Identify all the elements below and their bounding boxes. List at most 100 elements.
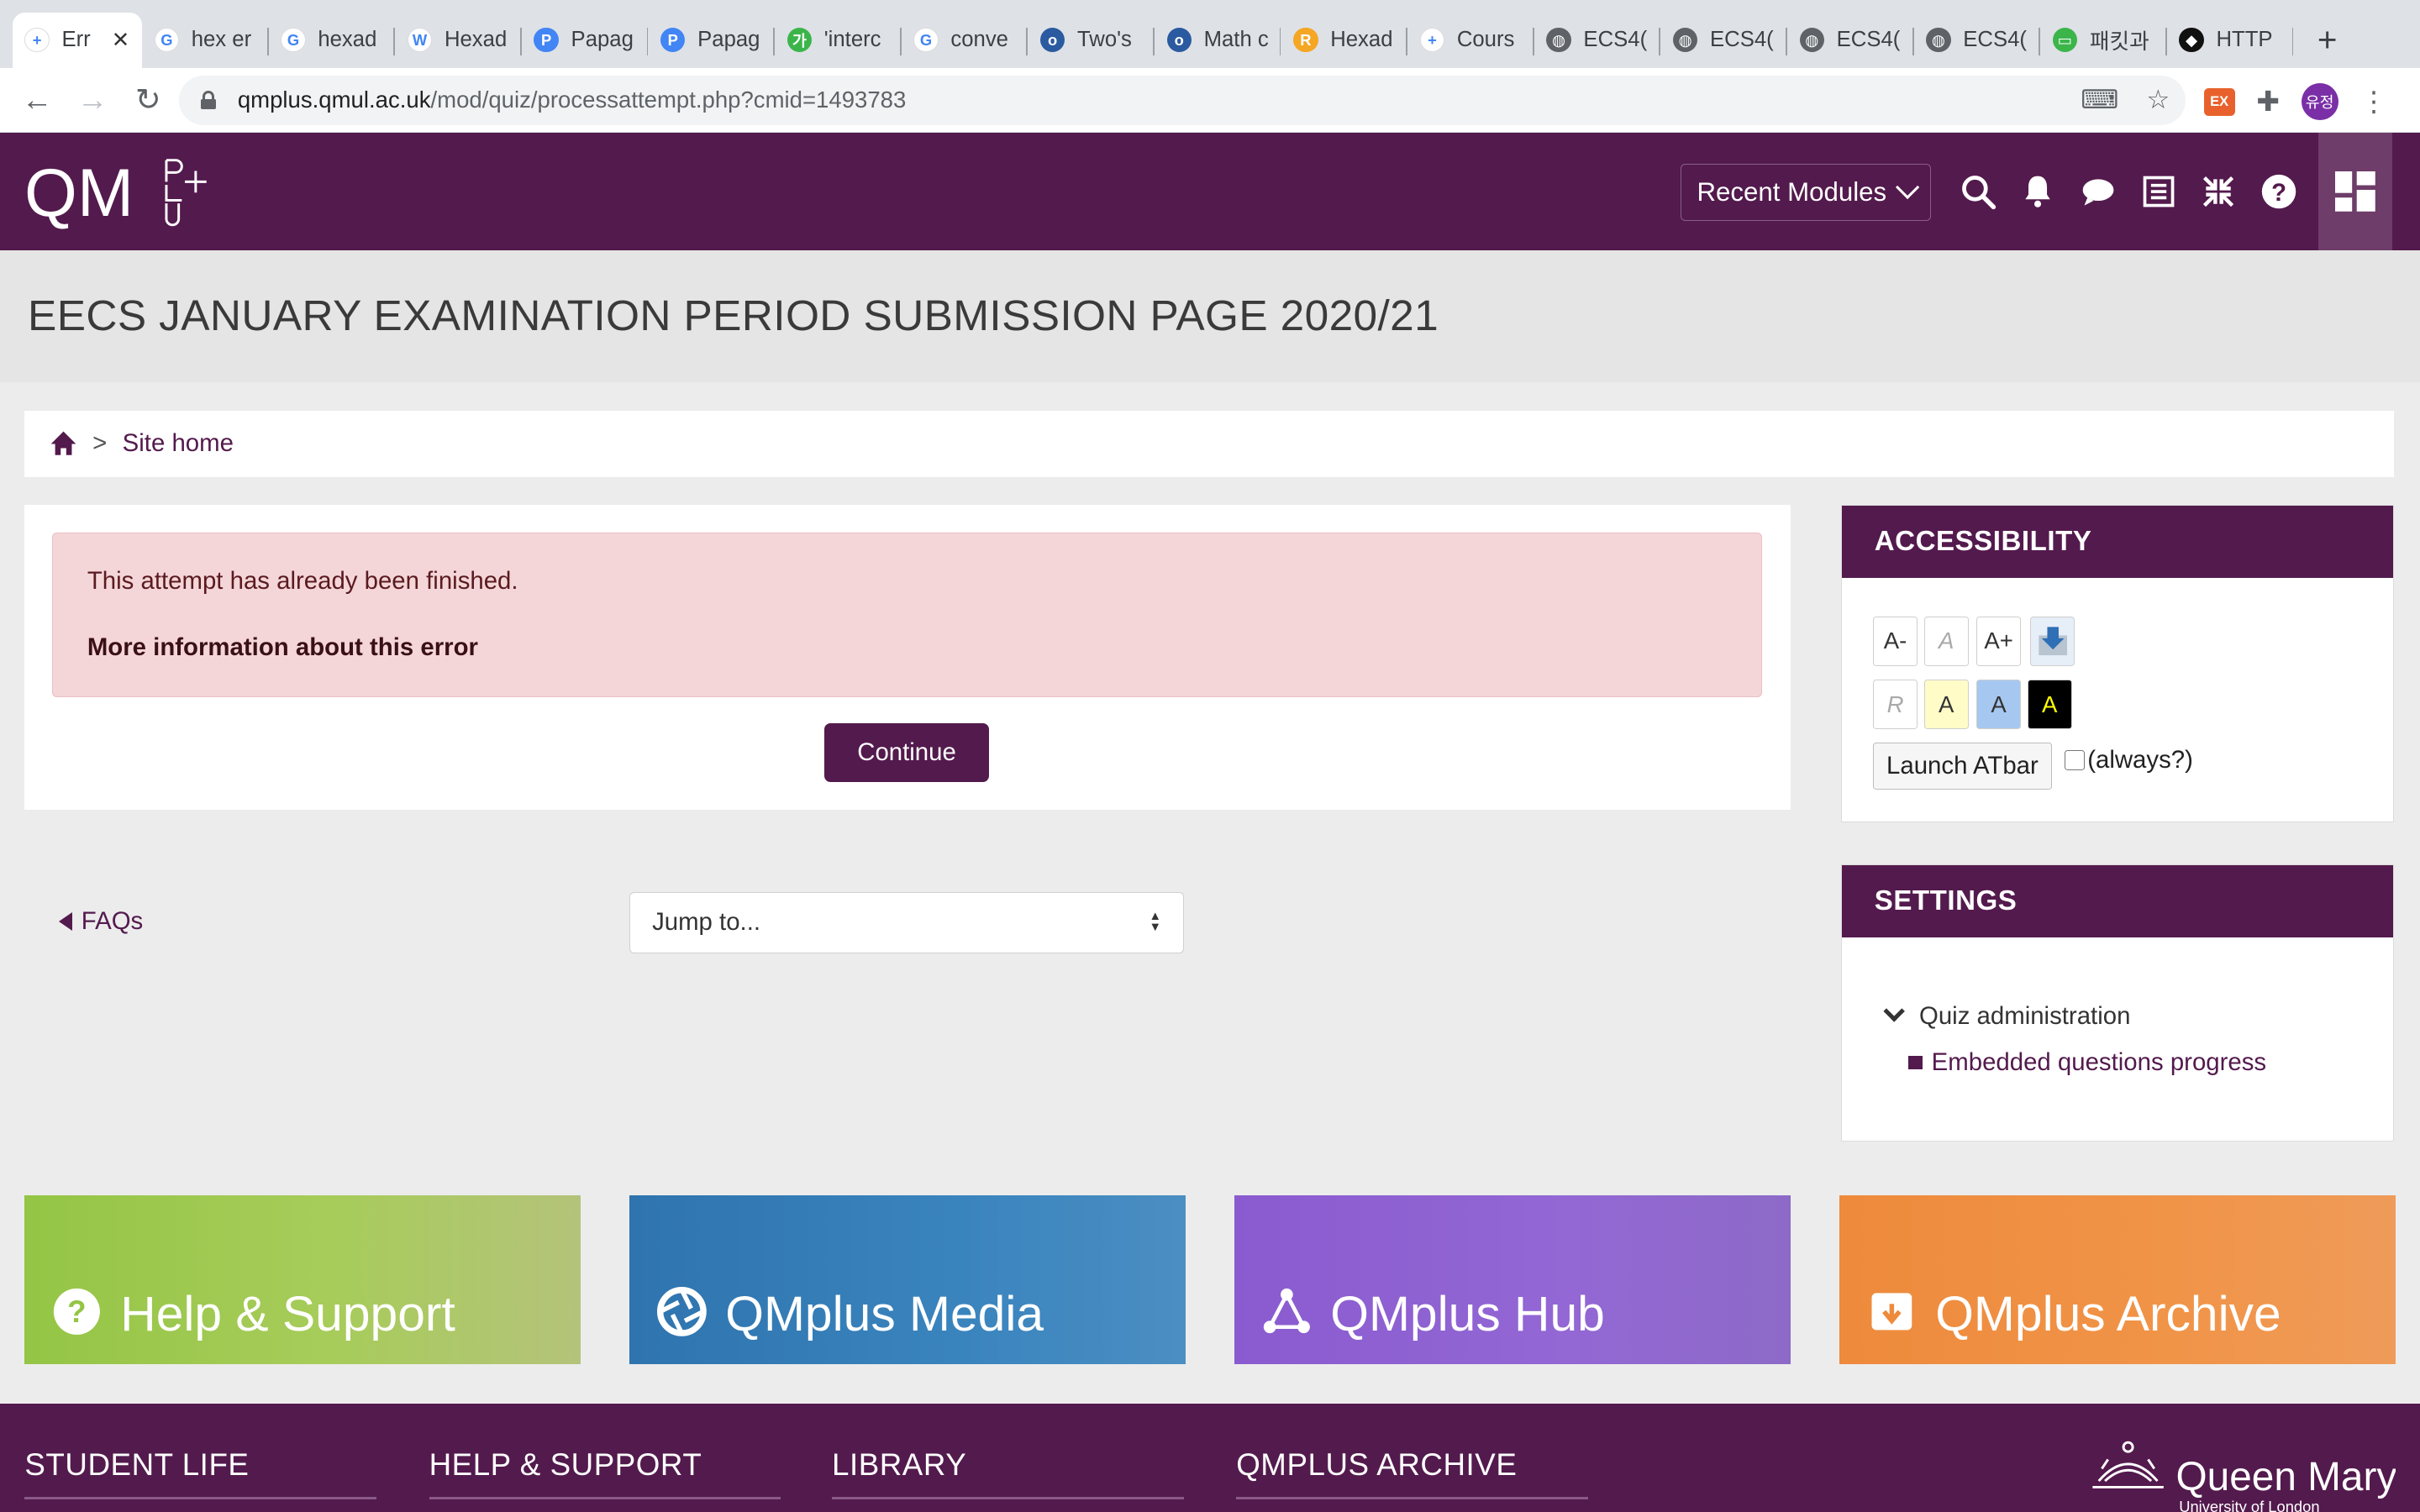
browser-tab[interactable]: P Papag: [522, 13, 649, 68]
qmplus-hub-tile[interactable]: QMplus Hub: [1234, 1195, 1791, 1364]
collapse-icon[interactable]: [2188, 133, 2249, 250]
search-icon[interactable]: [1948, 133, 2008, 250]
help-icon[interactable]: ?: [2249, 133, 2309, 250]
browser-tab[interactable]: o Two's: [1028, 13, 1155, 68]
extensions-puzzle-icon[interactable]: ✚: [2256, 85, 2280, 118]
footer-divider: [429, 1496, 781, 1500]
tab-favicon-icon: ◍: [1926, 28, 1951, 53]
tab-favicon-icon: R: [1293, 28, 1318, 53]
new-tab-button[interactable]: +: [2300, 13, 2355, 68]
recent-modules-dropdown[interactable]: Recent Modules: [1681, 163, 1931, 221]
scheme-reset-button[interactable]: R: [1872, 680, 1918, 729]
tab-title: Two's: [1076, 28, 1132, 52]
browser-tab[interactable]: Ghex er: [142, 13, 269, 68]
bullet-square-icon: [1908, 1055, 1923, 1070]
queen-mary-logo[interactable]: Queen Mary University of London: [2086, 1435, 2396, 1512]
list-icon[interactable]: [2128, 133, 2189, 250]
browser-tab[interactable]: P Papag: [648, 13, 776, 68]
tab-title: Cours: [1456, 28, 1515, 52]
question-circle-icon: ?: [54, 1288, 101, 1335]
accessibility-heading: ACCESSIBILITY: [1842, 505, 2393, 578]
always-checkbox[interactable]: [2064, 750, 2085, 771]
qmplus-archive-tile[interactable]: QMplus Archive: [1839, 1195, 2396, 1364]
chevron-down-icon: [1883, 1000, 1906, 1023]
footer-student-life[interactable]: STUDENT LIFE: [24, 1447, 249, 1483]
tab-favicon-icon: G: [913, 28, 939, 53]
quiz-administration-node[interactable]: Quiz administration: [1883, 1000, 2130, 1031]
browser-tab[interactable]: + Err ✕: [12, 12, 142, 68]
browser-tab[interactable]: ◆ HTTP: [2167, 13, 2294, 68]
tab-favicon-icon: ◆: [2179, 28, 2204, 53]
forward-icon[interactable]: →: [65, 72, 120, 128]
extension-ex-icon[interactable]: EX: [2203, 87, 2235, 116]
browser-tab[interactable]: Gconve: [902, 13, 1028, 68]
browser-tab[interactable]: Ghexad: [269, 13, 396, 68]
font-reset-button[interactable]: A: [1923, 616, 1969, 666]
font-increase-button[interactable]: A+: [1975, 616, 2022, 666]
breadcrumb: > Site home: [24, 410, 2394, 477]
dashboard-grid-icon[interactable]: [2317, 132, 2392, 250]
always-toggle[interactable]: (always?): [2064, 746, 2193, 774]
jump-to-value: Jump to...: [652, 908, 761, 937]
tab-close-icon[interactable]: ✕: [112, 28, 130, 53]
qmplus-logo[interactable]: QM: [24, 148, 209, 234]
help-support-tile[interactable]: ? Help & Support: [24, 1195, 581, 1364]
help-support-label: Help & Support: [120, 1286, 455, 1341]
bell-icon[interactable]: [2008, 133, 2069, 250]
browser-tab[interactable]: ◍ ECS4(: [1660, 13, 1787, 68]
tab-favicon-icon: o: [1166, 28, 1192, 53]
browser-tab[interactable]: o Math c: [1155, 13, 1281, 68]
breadcrumb-site-home[interactable]: Site home: [123, 429, 234, 458]
settings-block: SETTINGS Quiz administration Embedded qu…: [1841, 864, 2394, 1142]
address-bar: ← → ↻ qmplus.qmul.ac.uk/mod/quiz/process…: [0, 67, 2420, 133]
profile-avatar[interactable]: 유정: [2301, 83, 2338, 121]
site-navbar: QM Recent Modules ?: [0, 132, 2420, 250]
browser-tab[interactable]: 가 'interc: [775, 13, 902, 68]
tab-title: 'interc: [823, 28, 881, 52]
accessibility-block: ACCESSIBILITY A- A A+ R A A A Launch ATb…: [1841, 504, 2394, 822]
tab-separator: [2291, 28, 2294, 56]
browser-tab[interactable]: ◍ ECS4(: [1534, 13, 1661, 68]
main-content: This attempt has already been finished. …: [24, 504, 1791, 811]
error-alert: This attempt has already been finished. …: [52, 532, 1763, 698]
footer-qmplus-archive[interactable]: QMPLUS ARCHIVE: [1236, 1447, 1517, 1483]
always-label: (always?): [2087, 746, 2193, 774]
qmplus-media-tile[interactable]: QMplus Media: [629, 1195, 1186, 1364]
font-decrease-button[interactable]: A-: [1872, 616, 1918, 666]
chevron-down-icon: [1895, 175, 1920, 200]
save-settings-icon[interactable]: [2030, 616, 2075, 666]
translate-icon[interactable]: ⌨: [2081, 85, 2118, 115]
scheme-blue-button[interactable]: A: [1975, 680, 2022, 729]
more-info-link[interactable]: More information about this error: [87, 633, 478, 662]
scheme-black-button[interactable]: A: [2027, 680, 2072, 729]
browser-tab[interactable]: W Hexad: [395, 13, 522, 68]
browser-tab[interactable]: ◍ ECS4(: [1914, 13, 2041, 68]
faqs-link[interactable]: FAQs: [59, 907, 143, 936]
back-icon[interactable]: ←: [9, 72, 65, 128]
url-field[interactable]: qmplus.qmul.ac.uk/mod/quiz/processattemp…: [179, 75, 2186, 125]
chat-icon[interactable]: [2068, 133, 2128, 250]
jump-to-select[interactable]: Jump to... ▲ ▼: [629, 891, 1184, 954]
footer-help-support[interactable]: HELP & SUPPORT: [429, 1447, 702, 1483]
browser-tab[interactable]: ◍ ECS4(: [1787, 13, 1914, 68]
browser-tab[interactable]: + Cours: [1407, 13, 1534, 68]
svg-text:?: ?: [2271, 179, 2286, 207]
continue-button[interactable]: Continue: [823, 723, 990, 783]
qmplus-hub-label: QMplus Hub: [1330, 1286, 1605, 1341]
reload-icon[interactable]: ↻: [120, 72, 176, 128]
browser-menu-icon[interactable]: ⋮: [2360, 85, 2387, 118]
bookmark-star-icon[interactable]: ☆: [2146, 85, 2170, 115]
scheme-yellow-button[interactable]: A: [1923, 680, 1969, 729]
tab-favicon-icon: +: [24, 28, 50, 53]
home-icon[interactable]: [50, 430, 77, 458]
launch-atbar-button[interactable]: Launch ATbar: [1872, 743, 2052, 790]
browser-tab[interactable]: R Hexad: [1281, 13, 1408, 68]
archive-box-icon: [1871, 1293, 1912, 1331]
browser-tab[interactable]: ▭ 패킷과: [2040, 13, 2167, 68]
tab-title: Hexad: [444, 28, 508, 52]
footer-library[interactable]: LIBRARY: [832, 1447, 966, 1483]
tab-favicon-icon: P: [660, 28, 686, 53]
qmplus-archive-label: QMplus Archive: [1935, 1286, 2281, 1341]
embedded-questions-link[interactable]: Embedded questions progress: [1908, 1048, 2266, 1077]
tab-favicon-icon: G: [281, 28, 306, 53]
